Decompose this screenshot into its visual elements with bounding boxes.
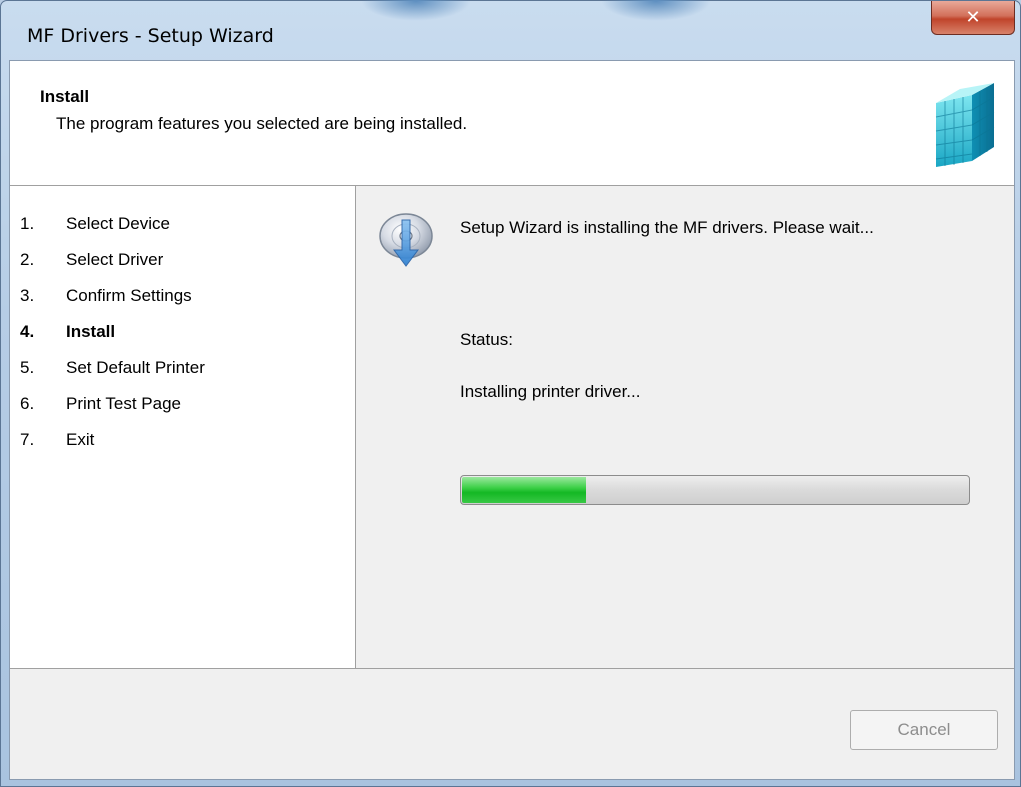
progress-bar bbox=[460, 475, 970, 505]
step-exit: 7. Exit bbox=[20, 430, 94, 450]
step-select-driver: 2. Select Driver bbox=[20, 250, 163, 270]
close-icon: ✕ bbox=[965, 6, 981, 28]
step-select-device: 1. Select Device bbox=[20, 214, 170, 234]
step-confirm-settings: 3. Confirm Settings bbox=[20, 286, 192, 306]
close-button[interactable]: ✕ bbox=[931, 1, 1015, 35]
step-install: 4. Install bbox=[20, 322, 115, 342]
step-number: 3. bbox=[20, 286, 35, 305]
step-set-default-printer: 5. Set Default Printer bbox=[20, 358, 205, 378]
window-frame: MF Drivers - Setup Wizard ✕ Install The … bbox=[0, 0, 1021, 787]
disc-install-icon bbox=[379, 213, 433, 267]
progress-fill bbox=[462, 477, 587, 503]
footer-divider bbox=[10, 668, 1014, 669]
step-number: 2. bbox=[20, 250, 35, 269]
step-label: Select Driver bbox=[66, 250, 164, 269]
dialog-client: Install The program features you selecte… bbox=[9, 60, 1015, 780]
install-panel: Setup Wizard is installing the MF driver… bbox=[356, 186, 1014, 668]
glass-reflection bbox=[361, 0, 471, 21]
step-label: Install bbox=[66, 322, 116, 341]
step-number: 5. bbox=[20, 358, 35, 377]
cube-logo-icon bbox=[935, 83, 995, 167]
status-label: Status: bbox=[460, 330, 513, 349]
steps-panel: 1. Select Device 2. Select Driver 3. Con… bbox=[10, 186, 356, 668]
window-title: MF Drivers - Setup Wizard bbox=[27, 25, 274, 47]
status-text: Installing printer driver... bbox=[460, 382, 641, 401]
install-message: Setup Wizard is installing the MF driver… bbox=[460, 218, 874, 237]
step-label: Set Default Printer bbox=[66, 358, 205, 377]
step-label: Confirm Settings bbox=[66, 286, 192, 305]
step-label: Exit bbox=[66, 430, 95, 449]
step-label: Print Test Page bbox=[66, 394, 181, 413]
step-number: 6. bbox=[20, 394, 35, 413]
glass-reflection bbox=[601, 0, 711, 21]
cancel-button[interactable]: Cancel bbox=[850, 710, 998, 750]
step-number: 1. bbox=[20, 214, 35, 233]
step-label: Select Device bbox=[66, 214, 170, 233]
wizard-header: Install The program features you selecte… bbox=[10, 61, 1014, 186]
step-number: 4. bbox=[20, 322, 35, 341]
header-title: Install bbox=[40, 87, 90, 106]
step-number: 7. bbox=[20, 430, 35, 449]
step-print-test-page: 6. Print Test Page bbox=[20, 394, 181, 414]
header-subtitle: The program features you selected are be… bbox=[56, 114, 468, 133]
